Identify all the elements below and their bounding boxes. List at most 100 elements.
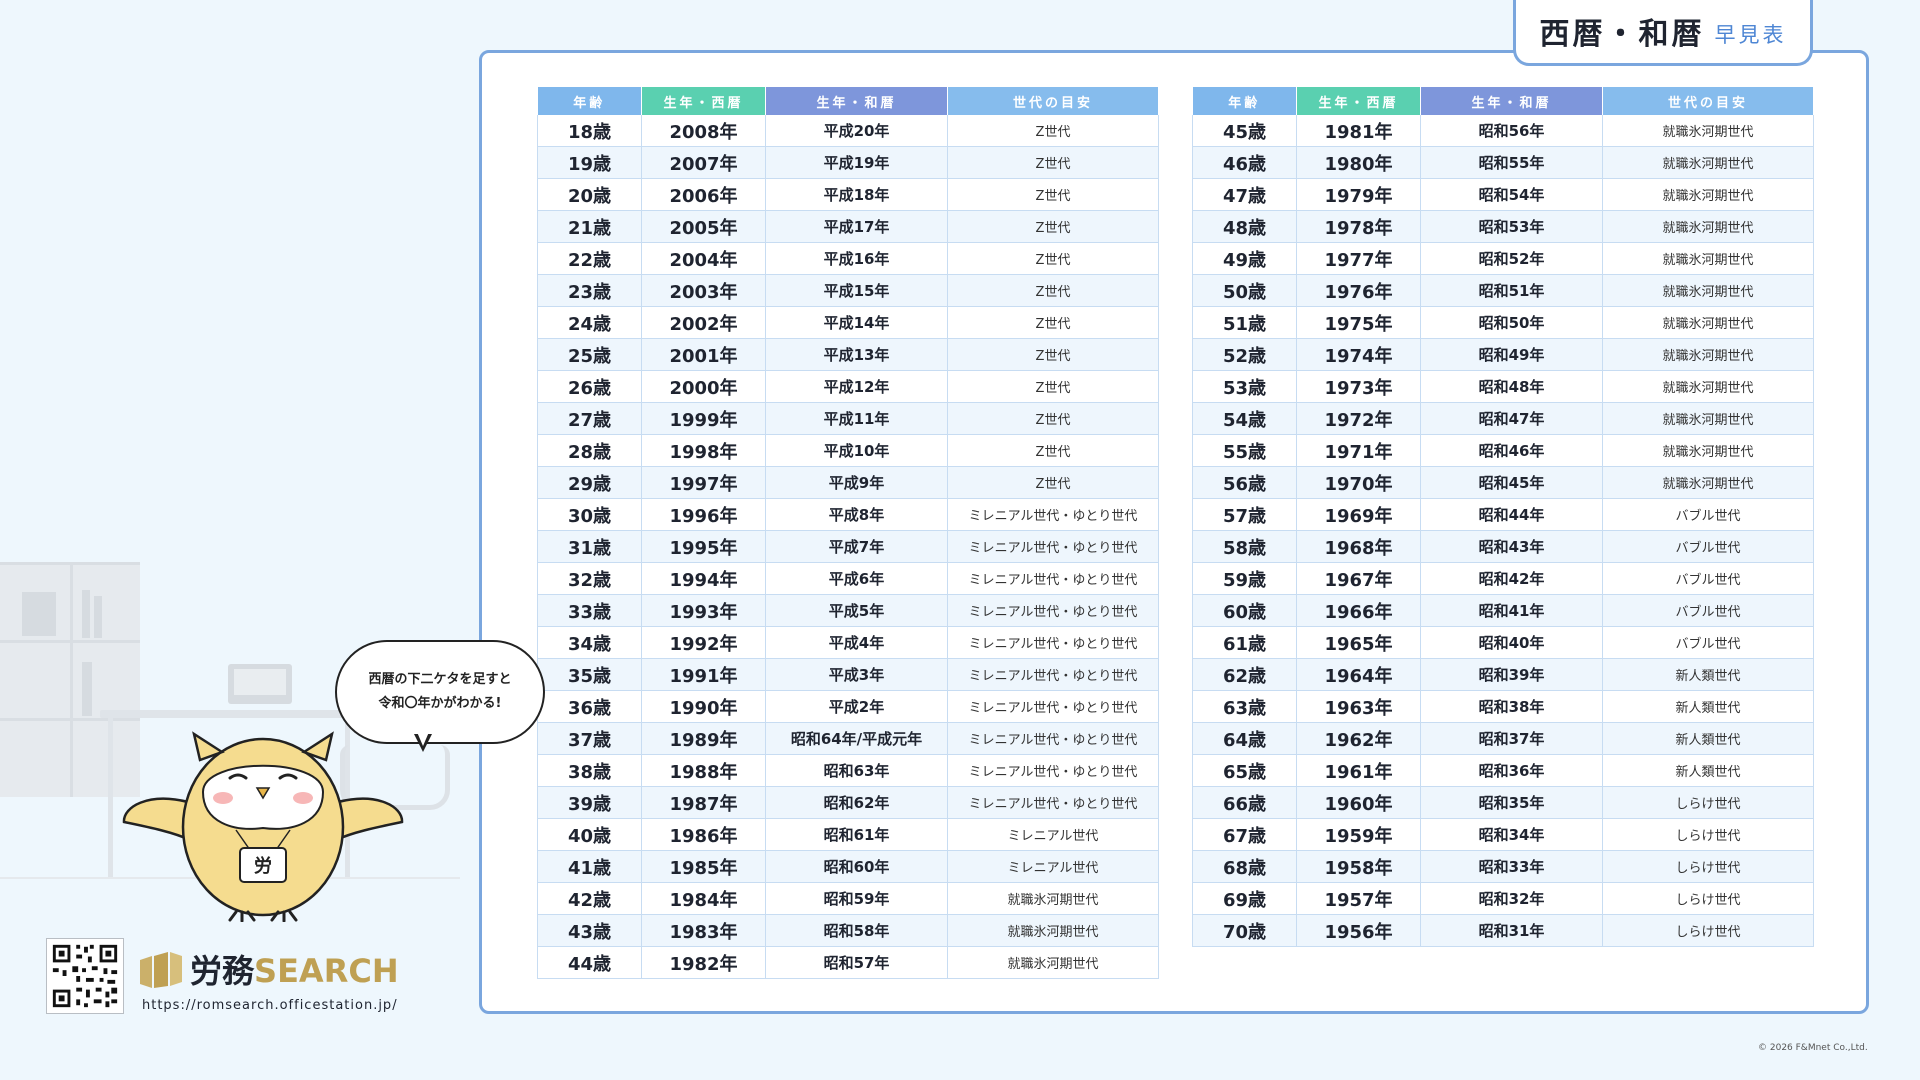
generation-cell: しらけ世代 (1602, 786, 1814, 819)
japanese-year-cell: 平成14年 (765, 306, 948, 339)
generation-cell: Z世代 (947, 146, 1159, 179)
table-row: 61歳 1965年 昭和40年 バブル世代 (1192, 626, 1814, 659)
header-age: 年齢 (537, 87, 642, 115)
japanese-year-cell: 平成20年 (765, 115, 948, 147)
table-row: 70歳 1956年 昭和31年 しらけ世代 (1192, 914, 1814, 947)
western-year-cell: 1988年 (641, 754, 766, 787)
western-year-cell: 1959年 (1296, 818, 1421, 851)
generation-cell: Z世代 (947, 306, 1159, 339)
table-row: 49歳 1977年 昭和52年 就職氷河期世代 (1192, 242, 1814, 275)
western-year-cell: 1978年 (1296, 210, 1421, 243)
age-cell: 70歳 (1192, 914, 1297, 947)
western-year-cell: 2005年 (641, 210, 766, 243)
generation-cell: バブル世代 (1602, 626, 1814, 659)
generation-cell: バブル世代 (1602, 498, 1814, 531)
generation-cell: しらけ世代 (1602, 914, 1814, 947)
generation-cell: Z世代 (947, 242, 1159, 275)
age-cell: 32歳 (537, 562, 642, 595)
age-cell: 42歳 (537, 882, 642, 915)
age-cell: 55歳 (1192, 434, 1297, 467)
western-year-cell: 1973年 (1296, 370, 1421, 403)
japanese-year-cell: 平成17年 (765, 210, 948, 243)
table-row: 57歳 1969年 昭和44年 バブル世代 (1192, 498, 1814, 531)
western-year-cell: 1971年 (1296, 434, 1421, 467)
site-url-link[interactable]: https://romsearch.officestation.jp/ (142, 998, 398, 1013)
western-year-cell: 1992年 (641, 626, 766, 659)
age-cell: 35歳 (537, 658, 642, 691)
page-subtitle: 早見表 (1714, 22, 1787, 47)
japanese-year-cell: 平成4年 (765, 626, 948, 659)
age-cell: 63歳 (1192, 690, 1297, 723)
table-row: 35歳 1991年 平成3年 ミレニアル世代・ゆとり世代 (537, 658, 1159, 691)
age-cell: 21歳 (537, 210, 642, 243)
age-cell: 18歳 (537, 115, 642, 147)
japanese-year-cell: 昭和63年 (765, 754, 948, 787)
japanese-year-cell: 昭和40年 (1420, 626, 1603, 659)
brand-logo-text[interactable]: 労務SEARCH (190, 946, 399, 992)
table-row: 64歳 1962年 昭和37年 新人類世代 (1192, 722, 1814, 755)
table-row: 23歳 2003年 平成15年 Z世代 (537, 274, 1159, 307)
table-row: 22歳 2004年 平成16年 Z世代 (537, 242, 1159, 275)
table-row: 42歳 1984年 昭和59年 就職氷河期世代 (537, 882, 1159, 915)
japanese-year-cell: 昭和38年 (1420, 690, 1603, 723)
japanese-year-cell: 昭和57年 (765, 946, 948, 979)
age-cell: 58歳 (1192, 530, 1297, 563)
table-row: 44歳 1982年 昭和57年 就職氷河期世代 (537, 946, 1159, 979)
western-year-cell: 2001年 (641, 338, 766, 371)
table-row: 33歳 1993年 平成5年 ミレニアル世代・ゆとり世代 (537, 594, 1159, 627)
table-row: 47歳 1979年 昭和54年 就職氷河期世代 (1192, 178, 1814, 211)
japanese-year-cell: 昭和64年/平成元年 (765, 722, 948, 755)
western-year-cell: 1985年 (641, 850, 766, 883)
generation-cell: 就職氷河期世代 (1602, 434, 1814, 467)
age-cell: 38歳 (537, 754, 642, 787)
japanese-year-cell: 昭和62年 (765, 786, 948, 819)
table-row: 69歳 1957年 昭和32年 しらけ世代 (1192, 882, 1814, 915)
header-japanese-year: 生年・和暦 (765, 87, 948, 115)
western-year-cell: 1980年 (1296, 146, 1421, 179)
japanese-year-cell: 平成8年 (765, 498, 948, 531)
generation-cell: ミレニアル世代 (947, 850, 1159, 883)
qr-code-icon[interactable] (46, 938, 124, 1014)
western-year-cell: 1993年 (641, 594, 766, 627)
generation-cell: ミレニアル世代・ゆとり世代 (947, 658, 1159, 691)
bubble-line-2: 令和〇年かがわかる! (378, 696, 502, 711)
generation-cell: しらけ世代 (1602, 850, 1814, 883)
table-row: 38歳 1988年 昭和63年 ミレニアル世代・ゆとり世代 (537, 754, 1159, 787)
table-row: 18歳 2008年 平成20年 Z世代 (537, 115, 1159, 147)
age-cell: 52歳 (1192, 338, 1297, 371)
table-row: 32歳 1994年 平成6年 ミレニアル世代・ゆとり世代 (537, 562, 1159, 595)
age-cell: 20歳 (537, 178, 642, 211)
age-cell: 43歳 (537, 914, 642, 947)
table-row: 56歳 1970年 昭和45年 就職氷河期世代 (1192, 466, 1814, 499)
japanese-year-cell: 昭和42年 (1420, 562, 1603, 595)
japanese-year-cell: 平成7年 (765, 530, 948, 563)
western-year-cell: 1989年 (641, 722, 766, 755)
age-cell: 41歳 (537, 850, 642, 883)
header-generation: 世代の目安 (1602, 87, 1814, 115)
western-year-cell: 1990年 (641, 690, 766, 723)
generation-cell: 就職氷河期世代 (1602, 146, 1814, 179)
japanese-year-cell: 平成9年 (765, 466, 948, 499)
western-year-cell: 1996年 (641, 498, 766, 531)
japanese-year-cell: 昭和51年 (1420, 274, 1603, 307)
japanese-year-cell: 昭和48年 (1420, 370, 1603, 403)
table-row: 51歳 1975年 昭和50年 就職氷河期世代 (1192, 306, 1814, 339)
generation-cell: 就職氷河期世代 (947, 914, 1159, 947)
generation-cell: 就職氷河期世代 (1602, 370, 1814, 403)
age-cell: 22歳 (537, 242, 642, 275)
table-row: 53歳 1973年 昭和48年 就職氷河期世代 (1192, 370, 1814, 403)
generation-cell: 就職氷河期世代 (1602, 274, 1814, 307)
generation-cell: ミレニアル世代・ゆとり世代 (947, 626, 1159, 659)
age-cell: 64歳 (1192, 722, 1297, 755)
generation-cell: 就職氷河期世代 (1602, 466, 1814, 499)
western-year-cell: 1967年 (1296, 562, 1421, 595)
western-year-cell: 1994年 (641, 562, 766, 595)
japanese-year-cell: 昭和55年 (1420, 146, 1603, 179)
western-year-cell: 1999年 (641, 402, 766, 435)
table-row: 34歳 1992年 平成4年 ミレニアル世代・ゆとり世代 (537, 626, 1159, 659)
age-cell: 39歳 (537, 786, 642, 819)
generation-cell: ミレニアル世代・ゆとり世代 (947, 722, 1159, 755)
japanese-year-cell: 平成18年 (765, 178, 948, 211)
age-cell: 66歳 (1192, 786, 1297, 819)
age-cell: 25歳 (537, 338, 642, 371)
